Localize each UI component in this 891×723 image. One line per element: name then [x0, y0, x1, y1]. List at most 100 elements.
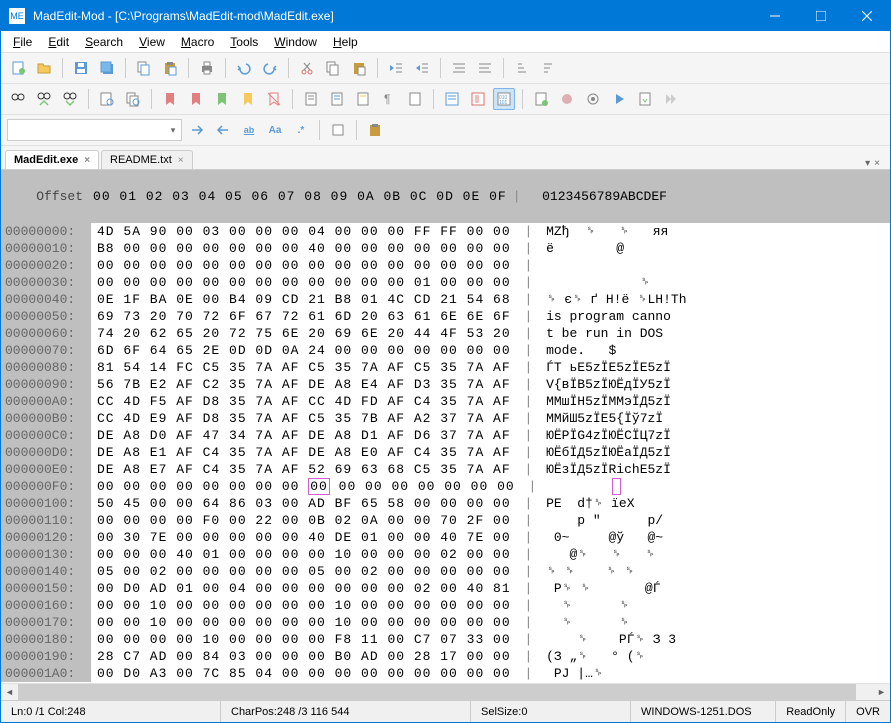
menu-view[interactable]: View — [131, 33, 173, 51]
doc1-button[interactable] — [300, 88, 322, 110]
close-icon[interactable]: × — [84, 155, 90, 166]
hex-row[interactable]: 00000010:B8 00 00 00 00 00 00 00 40 00 0… — [1, 240, 890, 257]
find-in-files-button[interactable] — [122, 88, 144, 110]
save-all-button[interactable] — [96, 57, 118, 79]
tabs-dropdown-icon[interactable]: ▾ — [865, 158, 870, 169]
copy2-button[interactable] — [322, 57, 344, 79]
find-next-button[interactable] — [33, 88, 55, 110]
hex-row[interactable]: 000000C0:DE A8 D0 AF 47 34 7A AF DE A8 D… — [1, 427, 890, 444]
uncomment-button[interactable] — [474, 57, 496, 79]
hex-row[interactable]: 00000130:00 00 00 40 01 00 00 00 00 10 0… — [1, 546, 890, 563]
hex-ascii[interactable]: ЮЁбЇД5zЇЮЁаЇД5zЇ — [540, 444, 677, 461]
paste-button[interactable] — [159, 57, 181, 79]
status-encoding[interactable]: WINDOWS-1251.DOS — [631, 701, 776, 722]
hex-bytes[interactable]: DE A8 D0 AF 47 34 7A AF DE A8 D1 AF D6 3… — [91, 427, 517, 444]
hex-bytes[interactable]: 00 D0 AD 01 00 04 00 00 00 00 00 00 02 0… — [91, 580, 517, 597]
hex-row[interactable]: 00000190:28 C7 AD 00 84 03 00 00 00 B0 A… — [1, 648, 890, 665]
macro-stop-button[interactable] — [556, 88, 578, 110]
hex-ascii[interactable]: Р­␠ ␠ @Ѓ — [540, 580, 666, 597]
hex-ascii[interactable]: ЮЁРЇG4zЇЮЁСЇЦ7zЇ — [540, 427, 677, 444]
bookmark-yellow-button[interactable] — [237, 88, 259, 110]
hex-ascii[interactable]: mode. $ — [540, 342, 677, 359]
hex-row[interactable]: 00000120:00 30 7E 00 00 00 00 00 40 DE 0… — [1, 529, 890, 546]
hex-row[interactable]: 00000160:00 00 10 00 00 00 00 00 00 10 0… — [1, 597, 890, 614]
menu-file[interactable]: File — [5, 33, 40, 51]
hex-ascii[interactable] — [540, 257, 677, 274]
hex-bytes[interactable]: DE A8 E1 AF C4 35 7A AF DE A8 E0 AF C4 3… — [91, 444, 517, 461]
scroll-thumb[interactable] — [18, 684, 856, 701]
macro-fwd-button[interactable] — [660, 88, 682, 110]
hex-bytes[interactable]: 00 00 00 00 00 00 00 00 00 00 00 00 00 0… — [91, 257, 517, 274]
bookmark-red-button[interactable] — [159, 88, 181, 110]
hex-row[interactable]: 00000080:81 54 14 FC C5 35 7A AF C5 35 7… — [1, 359, 890, 376]
hex-row[interactable]: 00000110:00 00 00 00 F0 00 22 00 0B 02 0… — [1, 512, 890, 529]
scroll-right-button[interactable]: ► — [873, 684, 890, 701]
hex-ascii[interactable]: @␠ ␠ ␠ — [540, 546, 685, 563]
hex-ascii[interactable]: ␠ ␠ — [540, 597, 682, 614]
sort-desc-button[interactable] — [537, 57, 559, 79]
hex-bytes[interactable]: 74 20 62 65 20 72 75 6E 20 69 6E 20 44 4… — [91, 325, 517, 342]
hex-row[interactable]: 00000140:05 00 02 00 00 00 00 00 05 00 0… — [1, 563, 890, 580]
scroll-left-button[interactable]: ◄ — [1, 684, 18, 701]
print-button[interactable] — [196, 57, 218, 79]
macro-rec-button[interactable] — [530, 88, 552, 110]
hex-bytes[interactable]: 50 45 00 00 64 86 03 00 AD BF 65 58 00 0… — [91, 495, 517, 512]
maximize-button[interactable] — [798, 1, 844, 31]
hex-editor[interactable]: Offset00 01 02 03 04 05 06 07 08 09 0A 0… — [1, 170, 890, 683]
hex-row[interactable]: 00000070:6D 6F 64 65 2E 0D 0D 0A 24 00 0… — [1, 342, 890, 359]
doc2-button[interactable] — [326, 88, 348, 110]
status-ovr[interactable]: OVR — [846, 701, 890, 722]
status-readonly[interactable]: ReadOnly — [776, 701, 846, 722]
replace-button[interactable] — [96, 88, 118, 110]
menu-edit[interactable]: Edit — [40, 33, 77, 51]
menu-macro[interactable]: Macro — [173, 33, 222, 51]
hex-row[interactable]: 00000030:00 00 00 00 00 00 00 00 00 00 0… — [1, 274, 890, 291]
new-file-button[interactable] — [7, 57, 29, 79]
outdent-button[interactable] — [385, 57, 407, 79]
undo-button[interactable] — [233, 57, 255, 79]
find-button[interactable] — [7, 88, 29, 110]
save-button[interactable] — [70, 57, 92, 79]
match-case-button[interactable]: Aa — [264, 119, 286, 141]
hex-bytes[interactable]: 69 73 20 70 72 6F 67 72 61 6D 20 63 61 6… — [91, 308, 517, 325]
hex-ascii[interactable]: V{вЇВ5zЇЮЁдЇУ5zЇ — [540, 376, 677, 393]
hex-bytes[interactable]: 0E 1F BA 0E 00 B4 09 CD 21 B8 01 4C CD 2… — [91, 291, 517, 308]
hex-ascii[interactable]: t be run in DOS — [540, 325, 677, 342]
hex-ascii[interactable]: ␠ є␠ ґ Н!ё ␠LН!Th — [540, 291, 692, 308]
highlight-all-button[interactable] — [327, 119, 349, 141]
hex-bytes[interactable]: 28 C7 AD 00 84 03 00 00 00 B0 AD 00 28 1… — [91, 648, 517, 665]
hex-cursor[interactable]: 00 — [308, 478, 330, 495]
hex-row[interactable]: 000000D0:DE A8 E1 AF C4 35 7A AF DE A8 E… — [1, 444, 890, 461]
menu-tools[interactable]: Tools — [222, 33, 266, 51]
hex-ascii[interactable]: РЈ |…␠ — [540, 665, 679, 682]
hex-bytes[interactable]: 4D 5A 90 00 03 00 00 00 04 00 00 00 FF F… — [91, 223, 517, 240]
find-prev-button[interactable] — [59, 88, 81, 110]
hex-row[interactable]: 00000040:0E 1F BA 0E 00 B4 09 CD 21 B8 0… — [1, 291, 890, 308]
hex-ascii[interactable]: ␠ РЃ␠ З 3 — [540, 631, 690, 648]
hex-bytes[interactable]: 00 00 10 00 00 00 00 00 00 10 00 00 00 0… — [91, 597, 517, 614]
hex-row[interactable]: 000000F0:00 00 00 00 00 00 00 00 00 00 0… — [1, 478, 890, 495]
open-file-button[interactable] — [33, 57, 55, 79]
hex-mode-button[interactable]: 010101 — [493, 88, 515, 110]
hex-bytes[interactable]: B8 00 00 00 00 00 00 00 40 00 00 00 00 0… — [91, 240, 517, 257]
hex-row[interactable]: 00000000:4D 5A 90 00 03 00 00 00 04 00 0… — [1, 223, 890, 240]
hex-row[interactable]: 00000060:74 20 62 65 20 72 75 6E 20 69 6… — [1, 325, 890, 342]
hex-bytes[interactable]: CC 4D E9 AF D8 35 7A AF C5 35 7B AF A2 3… — [91, 410, 517, 427]
hex-ascii[interactable]: ␠ ␠ ␠ ␠ — [540, 563, 687, 580]
regex-button[interactable]: .* — [290, 119, 312, 141]
bookmark-green-button[interactable] — [211, 88, 233, 110]
hex-bytes[interactable]: 00 00 00 00 00 00 00 00 00 00 00 00 01 0… — [91, 274, 517, 291]
minimize-button[interactable] — [752, 1, 798, 31]
doc3-button[interactable] — [352, 88, 374, 110]
quicksearch-back-button[interactable] — [212, 119, 234, 141]
hex-row[interactable]: 00000050:69 73 20 70 72 6F 67 72 61 6D 2… — [1, 308, 890, 325]
close-button[interactable] — [844, 1, 890, 31]
hex-ascii[interactable]: is program canno — [540, 308, 677, 325]
macro-save-button[interactable] — [634, 88, 656, 110]
hex-row[interactable]: 00000020:00 00 00 00 00 00 00 00 00 00 0… — [1, 257, 890, 274]
hex-bytes[interactable]: 00 30 7E 00 00 00 00 00 40 DE 01 00 00 4… — [91, 529, 517, 546]
hex-ascii[interactable]: ␠ ␠ — [540, 614, 682, 631]
hex-row[interactable]: 000001A0:00 D0 A3 00 7C 85 04 00 00 00 0… — [1, 665, 890, 682]
hex-bytes[interactable]: 00 00 00 00 00 00 00 00 00 00 00 00 00 0… — [91, 478, 521, 495]
hex-ascii[interactable]: MZђ ␠ ␠ яя — [540, 223, 690, 240]
